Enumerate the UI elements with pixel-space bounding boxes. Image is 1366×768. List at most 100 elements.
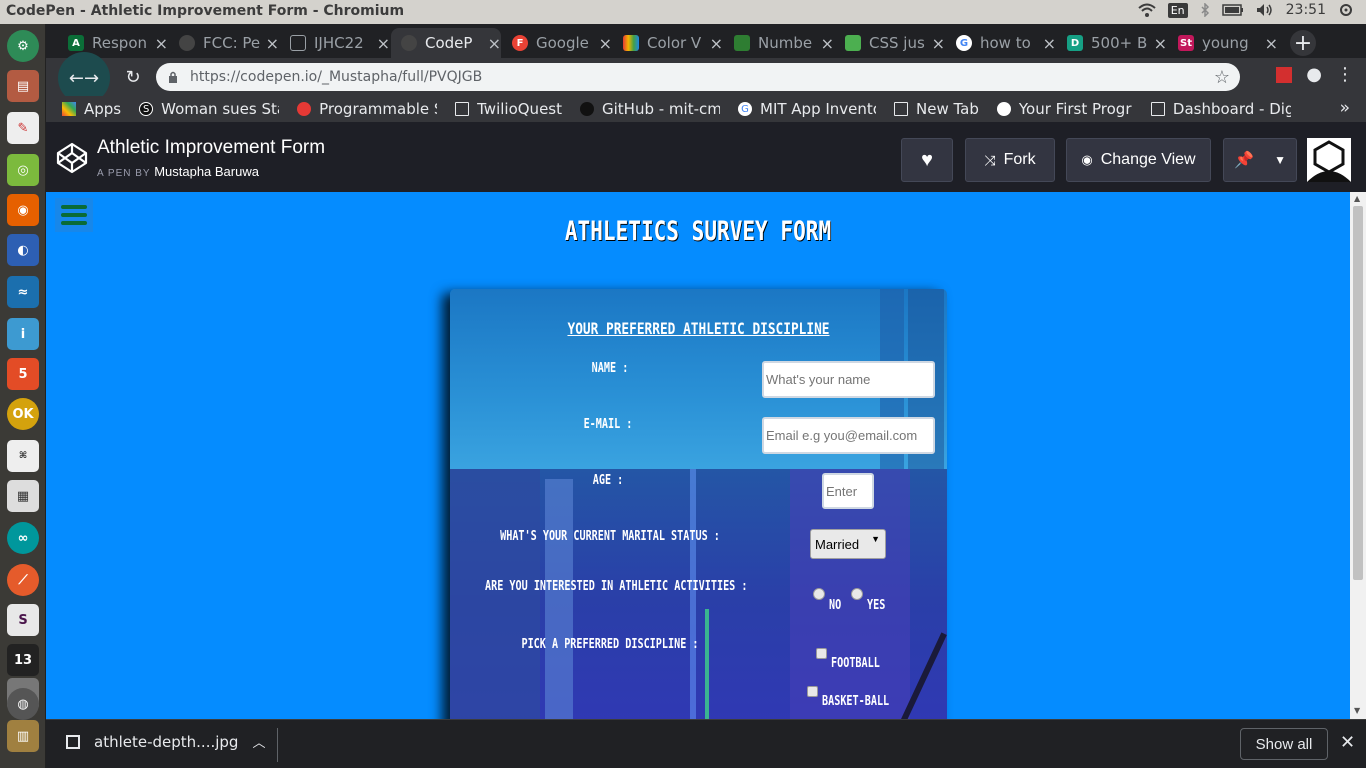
scroll-up-arrow-icon[interactable]: ▲ [1354,194,1360,203]
checkbox-basketball[interactable] [807,686,818,697]
menu-kebab-icon[interactable]: ⋮ [1336,64,1354,85]
twilio-icon [297,102,312,116]
files-icon[interactable]: ▤ [7,70,39,102]
bookmark-mit-app-inventor[interactable]: G MIT App Invento [738,100,876,118]
ubuntu-settings-icon[interactable]: ⚙ [7,30,39,62]
wifi-icon[interactable] [1138,3,1156,17]
tab-close-icon[interactable]: × [710,34,723,53]
tab-close-icon[interactable]: × [932,34,945,53]
marital-status-select[interactable]: Married ▼ [810,529,886,559]
tab-500[interactable]: D 500+ B × [1057,28,1167,58]
keyboard-app-icon[interactable]: ⌘ [7,440,39,472]
download-filename: athlete-depth....jpg [94,732,239,751]
email-input[interactable]: Email e.g you@email.com [762,417,935,454]
extension-icon[interactable] [1276,66,1293,83]
keyboard-layout-indicator[interactable]: En [1167,2,1188,18]
tab-close-icon[interactable]: × [1154,34,1167,53]
app-i-icon[interactable]: i [7,318,39,350]
libreoffice-icon[interactable]: ✎ [7,112,39,144]
show-all-button[interactable]: Show all [1240,728,1328,760]
tab-close-icon[interactable]: × [377,34,390,53]
bluetooth-icon[interactable] [1200,3,1210,17]
bookmark-your-first-program[interactable]: Your First Progr [996,100,1133,118]
bookmark-label: Programmable S [319,100,438,118]
tab-close-icon[interactable]: × [1043,34,1056,53]
profile-icon[interactable]: ● [1306,64,1322,85]
bookmark-new-tab[interactable]: New Tab [894,100,979,118]
web-wave-icon[interactable]: ≈ [7,276,39,308]
arduino-icon[interactable]: ∞ [7,522,39,554]
app-13-icon[interactable]: 13 [7,644,39,676]
bookmark-dashboard[interactable]: Dashboard - Digi [1150,100,1291,118]
tab-young[interactable]: St young × [1168,28,1278,58]
archive-icon[interactable]: ▥ [7,720,39,752]
tab-google[interactable]: F Google × [502,28,612,58]
tab-favicon-icon [734,35,750,51]
volume-icon[interactable] [1256,3,1274,17]
pin-button[interactable]: 📌 ▼ [1223,138,1297,182]
background-photo-detail [450,469,540,719]
checkbox-football[interactable] [816,648,827,659]
address-bar[interactable]: https://codepen.io/_Mustapha/full/PVQJGB… [156,63,1240,91]
background-photo-detail [545,479,573,719]
battery-icon[interactable] [1221,4,1244,16]
firefox-icon[interactable]: ◉ [7,194,39,226]
change-view-button[interactable]: ◉ Change View [1066,138,1211,182]
author-prefix: A PEN BY [97,168,151,179]
tab-close-icon[interactable]: × [821,34,834,53]
tab-numbers[interactable]: Numbe × [724,28,834,58]
tab-css[interactable]: CSS jus × [835,28,945,58]
ok-badge-icon[interactable]: OK [7,398,39,430]
codepen-logo-icon[interactable] [56,142,88,174]
name-input[interactable]: What's your name [762,361,935,398]
fork-button[interactable]: ⤨ Fork [965,138,1055,182]
power-gear-icon[interactable] [1338,2,1354,18]
close-download-bar-icon[interactable]: ✕ [1340,732,1355,753]
radio-no[interactable] [813,588,825,600]
chevron-up-icon[interactable]: ︿ [252,732,265,751]
html5-icon[interactable]: 5 [7,358,39,390]
clock[interactable]: 23:51 [1286,2,1326,18]
avatar[interactable] [1307,138,1351,182]
spotify-icon[interactable]: ◎ [7,154,39,186]
red-circle-app-icon[interactable]: ⟋ [7,564,39,596]
tab-codepen-active[interactable]: CodeP × [391,28,501,58]
tab-ijhc22[interactable]: IJHC22 × [280,28,390,58]
tab-close-icon[interactable]: × [599,34,612,53]
download-item[interactable]: athlete-depth....jpg ︿ [66,732,265,751]
age-input[interactable]: Enter [822,473,874,509]
tab-close-icon[interactable]: × [155,34,168,53]
author-name[interactable]: Mustapha Baruwa [154,164,259,179]
slack-icon[interactable]: S [7,604,39,636]
pen-title: Athletic Improvement Form [97,137,326,158]
scroll-down-arrow-icon[interactable]: ▼ [1354,706,1360,715]
page-scrollbar[interactable]: ▲ ▼ [1350,192,1366,719]
hamburger-menu-button[interactable] [55,198,93,232]
bookmark-star-icon[interactable]: ☆ [1214,67,1230,88]
tab-close-icon[interactable]: × [1265,34,1278,53]
bookmark-apps[interactable]: Apps [62,100,121,118]
reload-button[interactable]: ↻ [120,64,146,90]
tab-close-icon[interactable]: × [488,34,501,53]
browser-blue-icon[interactable]: ◐ [7,234,39,266]
tab-how-to[interactable]: G how to × [946,28,1056,58]
bookmark-programmable[interactable]: Programmable S [297,100,437,118]
tab-close-icon[interactable]: × [266,34,279,53]
background-photo-detail [690,469,696,719]
browser-toolbar: ←→ ↻ https://codepen.io/_Mustapha/full/P… [46,52,1366,104]
page-viewport: ATHLETICS SURVEY FORM YOUR PREFERRED ATH… [46,192,1350,719]
bookmarks-overflow-icon[interactable]: » [1340,98,1350,118]
chromium-icon[interactable]: ◍ [7,688,39,720]
bookmark-twilioquest[interactable]: TwilioQuest [455,100,562,118]
bookmark-github[interactable]: GitHub - mit-cml [580,100,720,118]
grid-app-icon[interactable]: ▦ [7,480,39,512]
eye-icon: ◉ [1081,152,1093,167]
bookmark-woman-sues[interactable]: S Woman sues Sta [139,100,279,118]
scrollbar-thumb[interactable] [1353,206,1363,580]
tab-color[interactable]: Color V × [613,28,723,58]
new-tab-button[interactable]: + [1290,30,1316,56]
radio-yes[interactable] [851,588,863,600]
tab-favicon-icon [179,35,195,51]
tab-fcc[interactable]: FCC: Pe × [169,28,279,58]
heart-button[interactable]: ♥ [901,138,953,182]
